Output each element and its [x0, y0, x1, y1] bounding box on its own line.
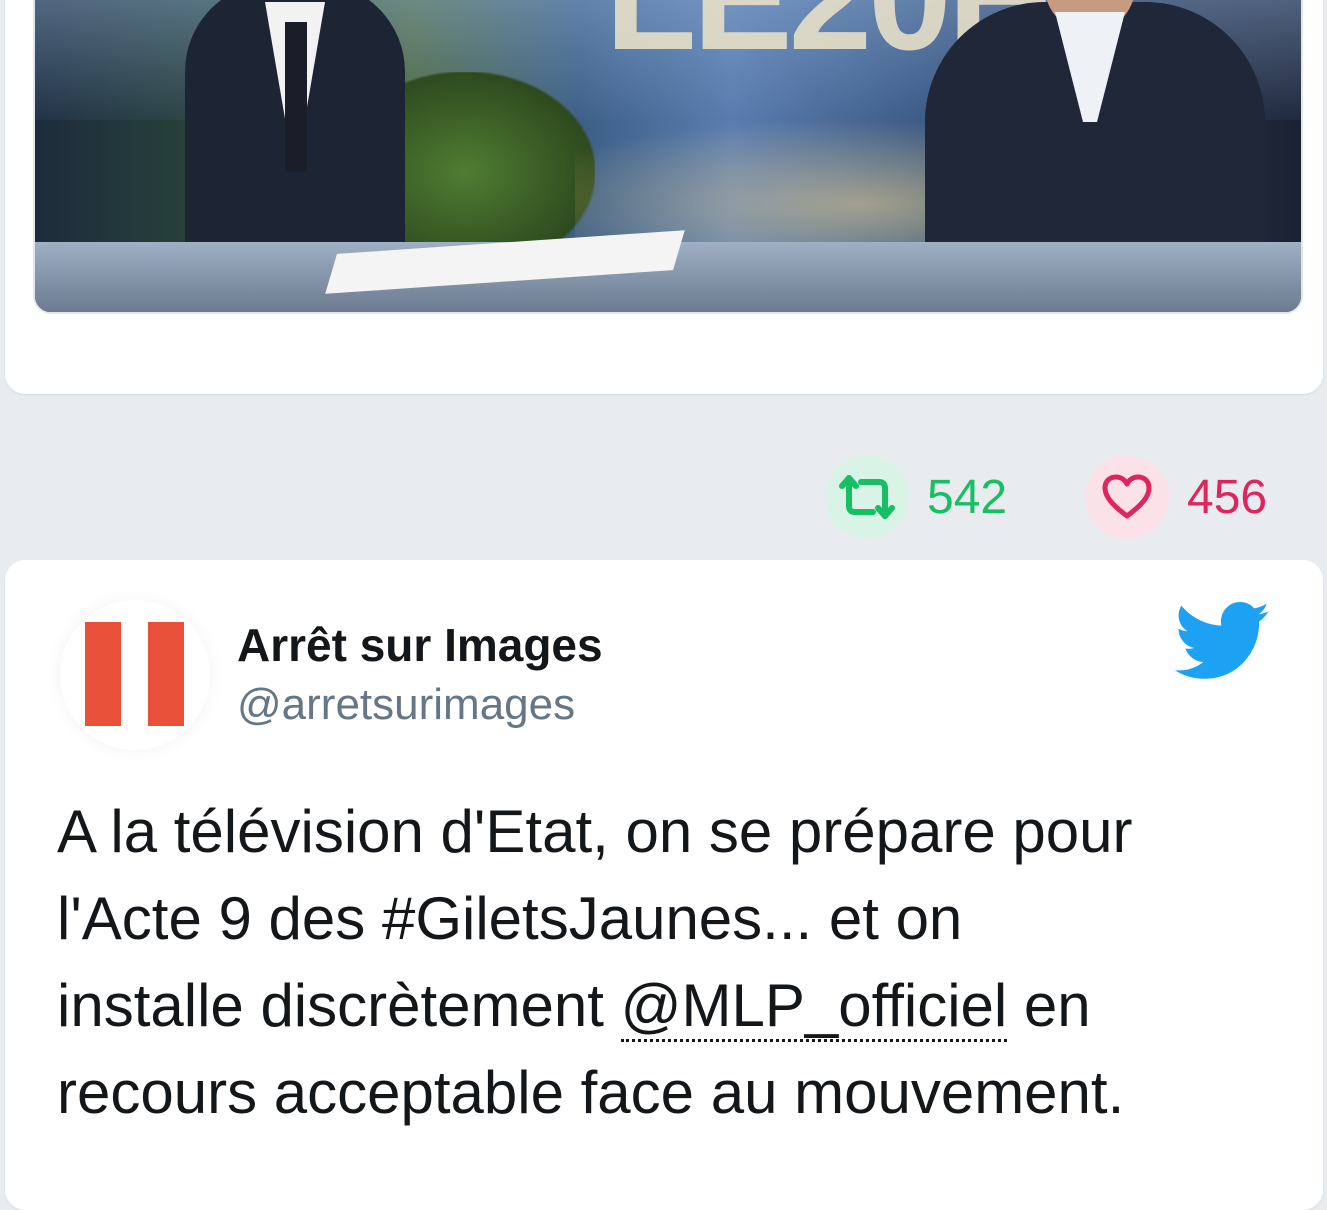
- twitter-bird-icon[interactable]: [1173, 602, 1273, 682]
- previous-tweet-card: LE20H: [5, 0, 1323, 394]
- tweet-line: installe discrètement @MLP_officiel en: [57, 962, 1287, 1049]
- like-button[interactable]: 456: [1085, 455, 1267, 539]
- tweet-text: A la télévision d'Etat, on se prépare po…: [57, 788, 1287, 1136]
- author-handle[interactable]: @arretsurimages: [237, 680, 575, 730]
- video-thumbnail[interactable]: LE20H: [33, 0, 1303, 314]
- retweet-icon[interactable]: [825, 455, 909, 539]
- avatar[interactable]: [60, 600, 210, 750]
- mention-link[interactable]: @MLP_officiel: [620, 972, 1008, 1042]
- tweet-card: Arrêt sur Images @arretsurimages A la té…: [5, 560, 1323, 1210]
- tweet-line: A la télévision d'Etat, on se prépare po…: [57, 798, 1133, 865]
- author-name[interactable]: Arrêt sur Images: [237, 618, 603, 672]
- heart-icon[interactable]: [1085, 455, 1169, 539]
- tweet-line: recours acceptable face au mouvement.: [57, 1059, 1125, 1126]
- like-count: 456: [1187, 470, 1268, 524]
- retweet-count: 542: [927, 470, 1008, 524]
- tweet-line: l'Acte 9 des #GiletsJaunes... et on: [57, 885, 963, 952]
- tweet-actions: 542 456: [0, 455, 1327, 539]
- retweet-button[interactable]: 542: [825, 455, 1007, 539]
